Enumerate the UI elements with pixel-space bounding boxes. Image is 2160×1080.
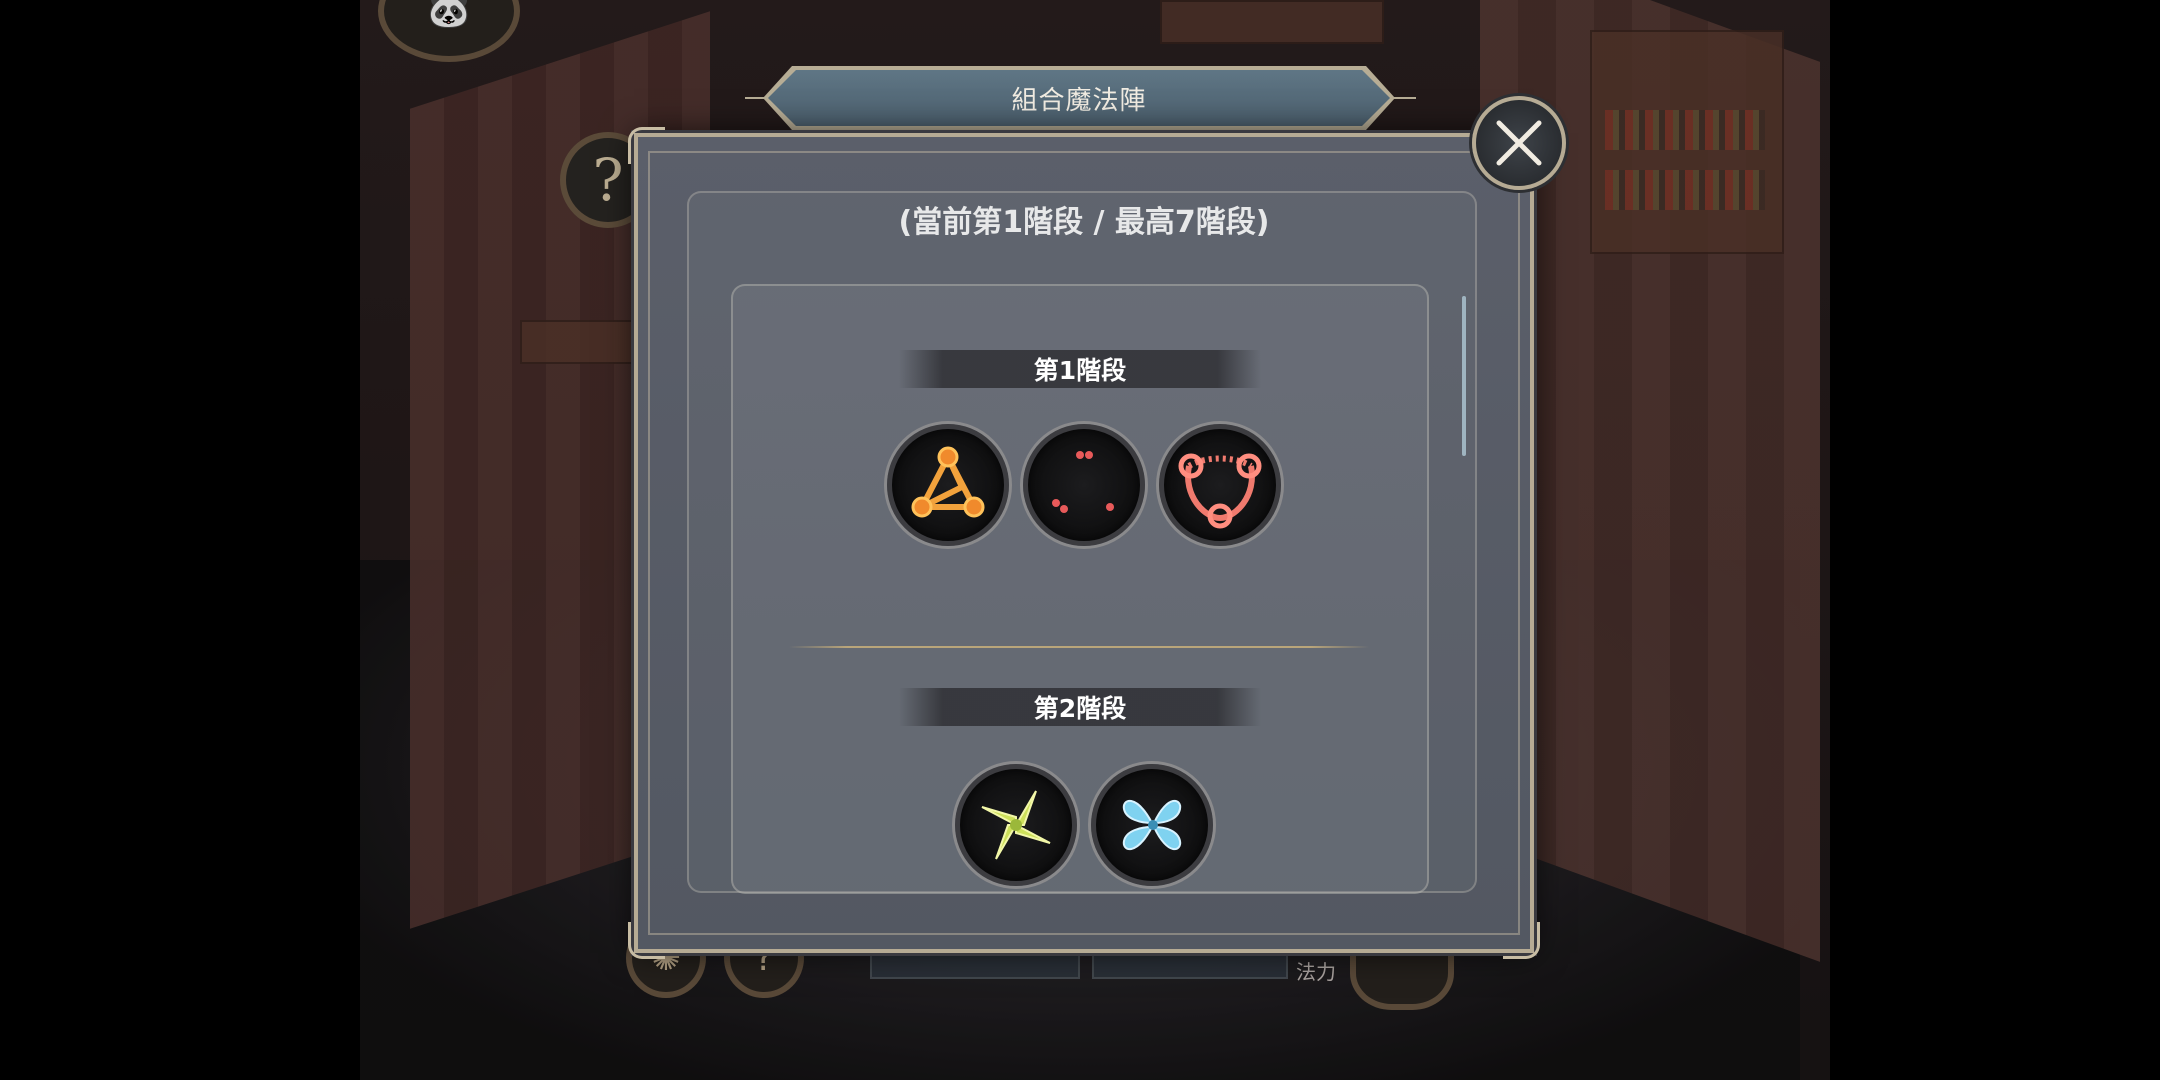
corner-ornament bbox=[1503, 922, 1540, 959]
rune-slot[interactable] bbox=[955, 764, 1077, 886]
rune-slot[interactable] bbox=[1159, 424, 1281, 546]
stage-label: 第1階段 bbox=[899, 350, 1261, 388]
close-icon bbox=[1496, 120, 1542, 166]
leaf-star-rune-icon bbox=[981, 790, 1051, 860]
corner-ornament bbox=[628, 127, 665, 164]
corner-ornament bbox=[628, 922, 665, 959]
ring-rune-icon bbox=[1178, 453, 1262, 529]
stage-label: 第2階段 bbox=[899, 688, 1261, 726]
dialog-title-banner: 組合魔法陣 bbox=[768, 70, 1390, 126]
section-divider bbox=[789, 646, 1369, 648]
petal-rune-icon bbox=[1122, 800, 1182, 850]
rune-slot[interactable] bbox=[1091, 764, 1213, 886]
rune-slot[interactable] bbox=[887, 424, 1009, 546]
stage-list[interactable]: 第1階段 第2階段 bbox=[731, 284, 1429, 894]
triangle-rune-icon bbox=[911, 446, 985, 518]
dialog-title: 組合魔法陣 bbox=[1011, 85, 1147, 116]
dots-rune-icon bbox=[1052, 451, 1114, 513]
close-button[interactable] bbox=[1472, 96, 1566, 190]
list-scrollbar[interactable] bbox=[1462, 296, 1466, 456]
rune-slot[interactable] bbox=[1023, 424, 1145, 546]
